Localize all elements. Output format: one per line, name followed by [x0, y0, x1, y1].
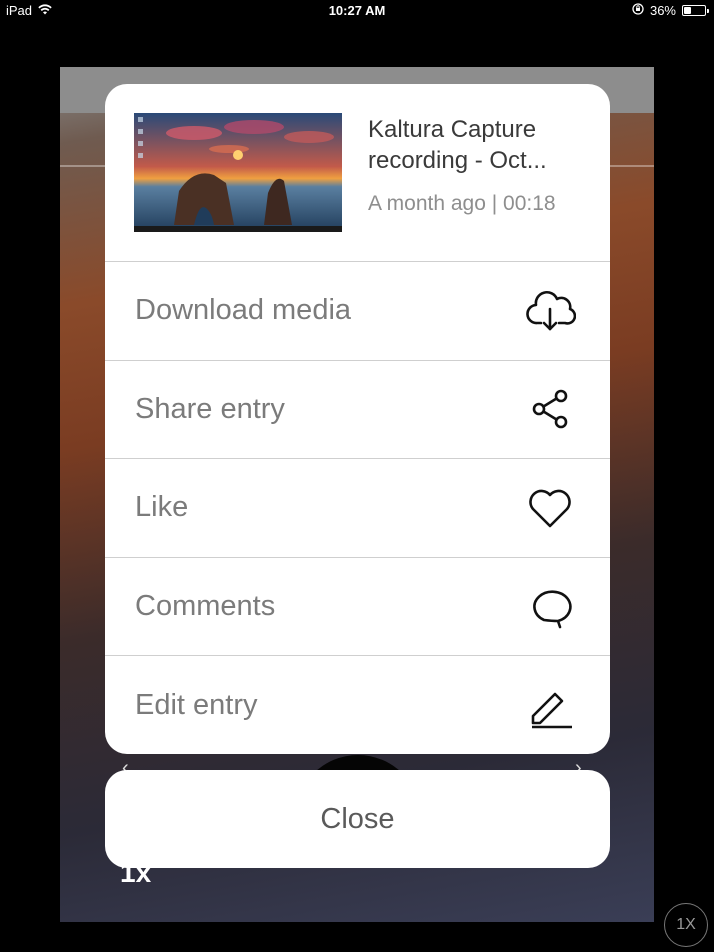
status-time: 10:27 AM [328, 3, 386, 18]
menu-item-comments[interactable]: Comments [105, 556, 610, 656]
menu-item-label: Download media [135, 294, 352, 327]
action-menu: Download media Share entry Like Comments… [105, 261, 610, 754]
menu-item-label: Comments [135, 590, 276, 623]
entry-meta: A month ago | 00:18 [368, 192, 556, 215]
video-thumbnail [134, 113, 342, 232]
entry-title-line1: Kaltura Capture [368, 116, 537, 143]
entry-title-line2: recording - Oct... [368, 147, 547, 174]
menu-item-edit[interactable]: Edit entry [105, 655, 610, 754]
menu-item-label: Like [135, 491, 189, 524]
heart-icon [524, 482, 576, 534]
menu-item-download[interactable]: Download media [105, 261, 610, 360]
close-label: Close [320, 802, 395, 835]
status-right: 36% [632, 3, 709, 18]
action-sheet: Kaltura Capture recording - Oct... A mon… [105, 84, 610, 754]
close-button[interactable]: Close [105, 770, 610, 868]
entry-header: Kaltura Capture recording - Oct... A mon… [105, 84, 610, 261]
status-bar: iPad 10:27 AM 36% [0, 0, 714, 22]
share-icon [524, 383, 576, 435]
battery-icon [682, 5, 709, 16]
menu-item-label: Share entry [135, 392, 285, 425]
entry-title: Kaltura Capture recording - Oct... [368, 114, 593, 176]
menu-item-share[interactable]: Share entry [105, 359, 610, 459]
edit-pencil-icon [524, 679, 576, 731]
orientation-lock-icon [632, 3, 644, 18]
menu-item-like[interactable]: Like [105, 458, 610, 557]
battery-percent: 36% [649, 3, 676, 18]
cloud-download-icon [524, 285, 576, 337]
speed-badge[interactable]: 1X [664, 903, 708, 947]
battery-fill [684, 7, 692, 14]
menu-item-label: Edit entry [135, 688, 258, 721]
comment-icon [524, 581, 576, 633]
